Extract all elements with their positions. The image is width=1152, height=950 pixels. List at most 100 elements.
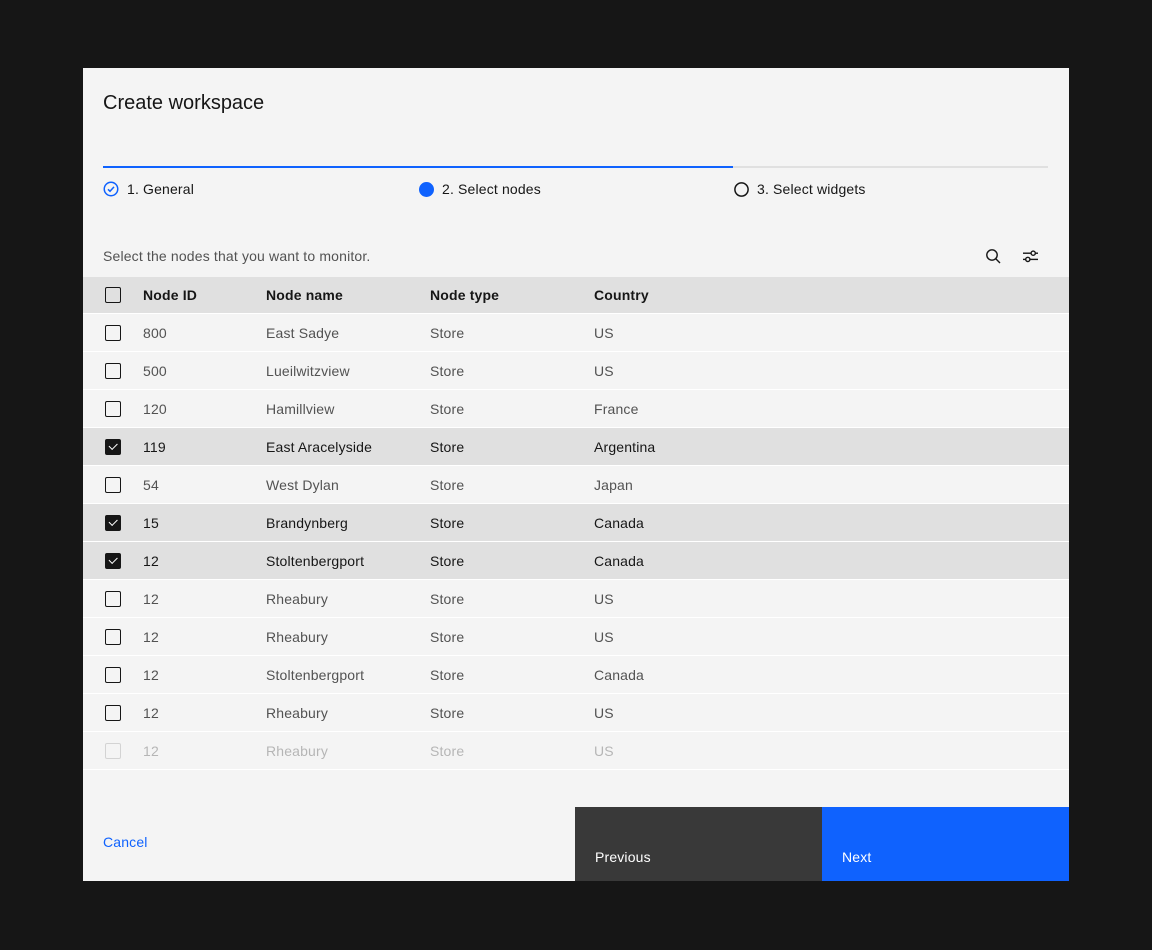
table-description: Select the nodes that you want to monito… [103,234,370,277]
table-row[interactable]: 12RheaburyStoreUS [83,694,1069,732]
column-header-node-id[interactable]: Node ID [143,287,266,303]
table-toolbar: Select the nodes that you want to monito… [83,234,1069,277]
settings-adjust-icon [1022,248,1039,265]
cell-node-id: 12 [143,743,266,759]
cell-node-name: Lueilwitzview [266,363,430,379]
row-checkbox[interactable] [105,325,121,341]
filled-circle-icon [418,181,434,197]
table-row[interactable]: 12StoltenbergportStoreCanada [83,656,1069,694]
row-checkbox[interactable] [105,591,121,607]
cell-node-name: Rheabury [266,743,430,759]
cancel-link[interactable]: Cancel [103,834,148,850]
table-row[interactable]: 119East AracelysideStoreArgentina [83,428,1069,466]
cell-node-type: Store [430,667,594,683]
step-label: 2. Select nodes [442,181,541,197]
step-select-widgets[interactable]: 3. Select widgets [733,166,1048,210]
row-checkbox-cell [83,515,143,531]
cell-node-name: Stoltenbergport [266,667,430,683]
step-progress-line [418,166,733,168]
row-checkbox-cell [83,363,143,379]
row-checkbox[interactable] [105,553,121,569]
cell-node-id: 12 [143,667,266,683]
cell-node-type: Store [430,591,594,607]
cell-node-name: Rheabury [266,705,430,721]
cell-node-type: Store [430,363,594,379]
cell-node-name: Stoltenbergport [266,553,430,569]
row-checkbox[interactable] [105,401,121,417]
cell-node-type: Store [430,477,594,493]
row-checkbox-cell [83,553,143,569]
table-header-row: Node ID Node name Node type Country [83,277,1069,314]
table-row[interactable]: 12RheaburyStoreUS [83,732,1069,770]
create-workspace-modal: Create workspace 1. General [83,68,1069,881]
cell-node-id: 12 [143,591,266,607]
cell-node-id: 800 [143,325,266,341]
cell-node-name: Rheabury [266,629,430,645]
row-checkbox[interactable] [105,439,121,455]
table-row[interactable]: 12RheaburyStoreUS [83,618,1069,656]
step-select-nodes[interactable]: 2. Select nodes [418,166,733,210]
next-button[interactable]: Next [822,807,1069,881]
cell-node-name: Brandynberg [266,515,430,531]
row-checkbox-cell [83,667,143,683]
cell-node-id: 12 [143,705,266,721]
outline-circle-icon [733,181,749,197]
cell-node-type: Store [430,515,594,531]
cell-country: Japan [594,477,1069,493]
cell-country: US [594,591,1069,607]
row-checkbox-cell [83,591,143,607]
cell-node-name: Rheabury [266,591,430,607]
row-checkbox-cell [83,477,143,493]
row-checkbox[interactable] [105,515,121,531]
checkmark-outline-icon [103,181,119,197]
cell-country: Canada [594,553,1069,569]
cell-country: US [594,363,1069,379]
search-icon [985,248,1002,265]
cell-node-type: Store [430,325,594,341]
row-checkbox[interactable] [105,477,121,493]
table-row[interactable]: 800East SadyeStoreUS [83,314,1069,352]
page: { "modal": { "title": "Create workspace"… [0,0,1152,950]
step-progress-line [733,166,1048,168]
cell-node-type: Store [430,439,594,455]
cell-node-id: 12 [143,553,266,569]
filter-button[interactable] [1014,240,1046,272]
cell-country: France [594,401,1069,417]
table-row[interactable]: 12RheaburyStoreUS [83,580,1069,618]
cell-country: Argentina [594,439,1069,455]
cell-node-name: Hamillview [266,401,430,417]
column-header-node-name[interactable]: Node name [266,287,430,303]
table-row[interactable]: 120HamillviewStoreFrance [83,390,1069,428]
cell-node-id: 120 [143,401,266,417]
cell-node-name: East Sadye [266,325,430,341]
search-button[interactable] [977,240,1009,272]
step-general[interactable]: 1. General [103,166,418,210]
previous-button[interactable]: Previous [575,807,822,881]
select-all-checkbox[interactable] [105,287,121,303]
table-row[interactable]: 15BrandynbergStoreCanada [83,504,1069,542]
cell-country: US [594,743,1069,759]
table-row[interactable]: 12StoltenbergportStoreCanada [83,542,1069,580]
table-row[interactable]: 500LueilwitzviewStoreUS [83,352,1069,390]
modal-title: Create workspace [103,92,264,115]
row-checkbox[interactable] [105,743,121,759]
row-checkbox[interactable] [105,363,121,379]
cell-node-id: 54 [143,477,266,493]
cell-node-id: 500 [143,363,266,379]
modal-footer: Cancel Previous Next [83,807,1069,881]
column-header-country[interactable]: Country [594,287,1069,303]
row-checkbox[interactable] [105,667,121,683]
cell-node-type: Store [430,705,594,721]
row-checkbox[interactable] [105,705,121,721]
table-body: 800East SadyeStoreUS500LueilwitzviewStor… [83,314,1069,770]
table-row[interactable]: 54West DylanStoreJapan [83,466,1069,504]
cell-node-id: 15 [143,515,266,531]
cell-node-id: 12 [143,629,266,645]
cell-node-name: East Aracelyside [266,439,430,455]
select-all-cell [83,287,143,303]
cell-country: Canada [594,515,1069,531]
column-header-node-type[interactable]: Node type [430,287,594,303]
row-checkbox[interactable] [105,629,121,645]
nodes-table: Node ID Node name Node type Country 800E… [83,277,1069,770]
progress-indicator: 1. General 2. Select nodes [103,166,1048,210]
